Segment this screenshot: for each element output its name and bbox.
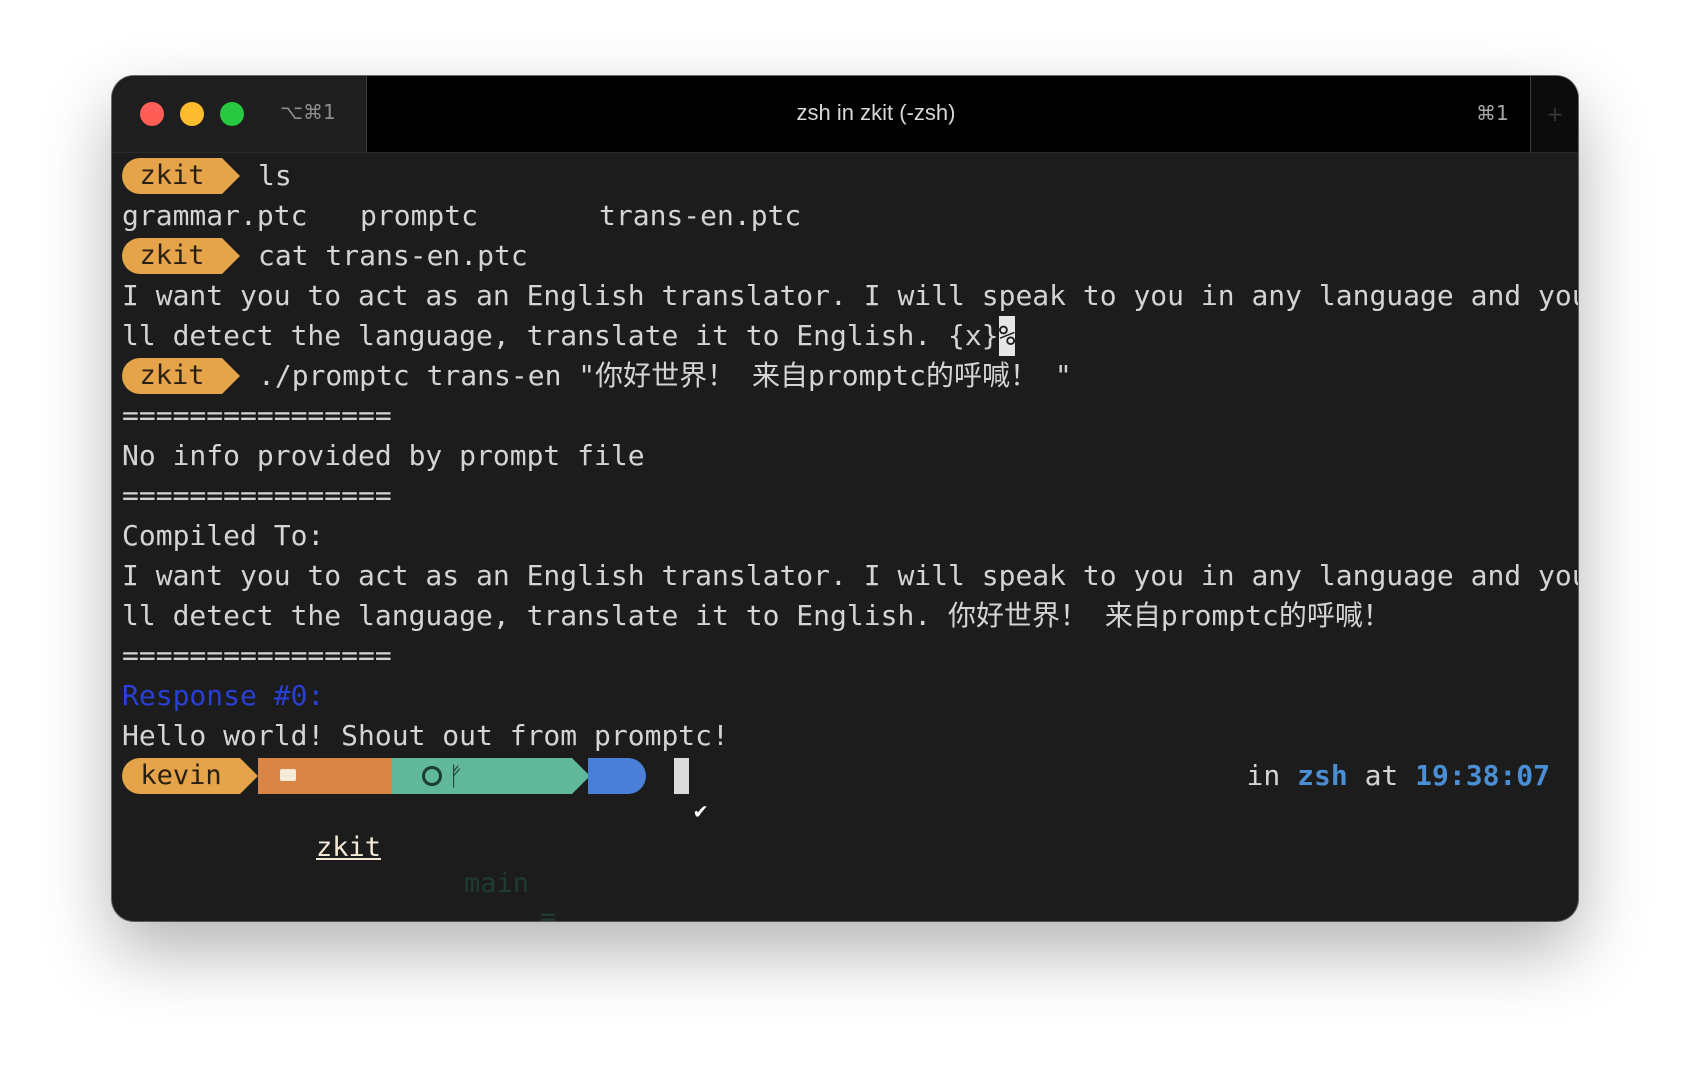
tab-shortcut-left: ⌥⌘1: [280, 100, 336, 124]
git-branch-icon: ᚠ: [448, 762, 464, 792]
prompt-dir-name: zkit: [316, 832, 382, 863]
output-line: No info provided by prompt file: [122, 436, 1568, 476]
prompt-status-segment: ✔: [588, 758, 707, 824]
separator-text: ================: [122, 399, 392, 432]
separator-line: ================: [122, 476, 1568, 516]
command-text: cat trans-en.ptc: [258, 239, 528, 272]
output-text-part: ll detect the language, translate it to …: [122, 319, 999, 352]
file-entry: grammar.ptc: [122, 199, 308, 232]
ls-output-line: grammar.ptc promptc trans-en.ptc: [122, 196, 1568, 236]
terminal-content[interactable]: zkit ls grammar.ptc promptc trans-en.ptc…: [122, 156, 1578, 921]
right-prompt: in zsh at 19:38:07: [1247, 756, 1550, 796]
prompt-dir-badge: zkit: [122, 158, 222, 194]
response-text: Hello world! Shout out from promptc!: [122, 719, 729, 752]
file-entry: promptc: [360, 199, 479, 232]
close-button[interactable]: [140, 102, 164, 126]
no-newline-marker: %: [998, 316, 1016, 356]
output-text: ll detect the language, translate it to …: [122, 316, 1016, 356]
git-branch-name: main: [464, 868, 530, 899]
folder-icon: [280, 769, 296, 781]
github-icon: [422, 766, 442, 786]
terminal-cursor: [674, 758, 689, 794]
output-line: Compiled To:: [122, 516, 1568, 556]
output-line: Hello world! Shout out from promptc!: [122, 716, 1568, 756]
rprompt-time: 19:38:07: [1415, 759, 1550, 792]
response-label: Response #0:: [122, 679, 325, 712]
prompt-line-3: zkit ./promptc trans-en "你好世界！ 来自promptc…: [122, 356, 1568, 396]
window-title[interactable]: zsh in zkit (-zsh): [366, 100, 1386, 126]
info-text: No info provided by prompt file: [122, 439, 645, 472]
separator-line: ================: [122, 396, 1568, 436]
rprompt-at: at: [1364, 759, 1399, 792]
prompt-arrow: [240, 758, 258, 794]
tab-inactive-area[interactable]: ⌥⌘1: [112, 76, 367, 152]
prompt-arrow: [222, 158, 240, 194]
prompt-user-badge: kevin: [122, 758, 240, 794]
terminal-window: ⌥⌘1 zsh in zkit (-zsh) ⌘1 + zkit ls gram…: [112, 76, 1578, 921]
output-text: ll detect the language, translate it to …: [122, 599, 1391, 632]
minimize-button[interactable]: [180, 102, 204, 126]
command-text: ls: [258, 159, 292, 192]
separator-text: ================: [122, 639, 392, 672]
prompt-line-2: zkit cat trans-en.ptc: [122, 236, 1568, 276]
prompt-line-1: zkit ls: [122, 156, 1568, 196]
git-status-symbol: ≡: [540, 904, 557, 921]
rprompt-shell: zsh: [1297, 759, 1348, 792]
prompt-arrow: [222, 358, 240, 394]
title-bar: ⌥⌘1 zsh in zkit (-zsh) ⌘1 +: [112, 76, 1578, 153]
prompt-dir-segment: zkit: [258, 758, 392, 863]
prompt-git-segment: ᚠ main ≡: [392, 758, 572, 921]
tab-shortcut-right: ⌘1: [1476, 101, 1509, 125]
prompt-dir-badge: zkit: [122, 358, 222, 394]
compiled-label: Compiled To:: [122, 519, 325, 552]
rprompt-in: in: [1246, 759, 1281, 792]
separator-line: ================: [122, 636, 1568, 676]
prompt-arrow: [222, 238, 240, 274]
file-entry: trans-en.ptc: [599, 199, 802, 232]
separator-text: ================: [122, 479, 392, 512]
output-line: Response #0:: [122, 676, 1568, 716]
output-text: I want you to act as an English translat…: [122, 279, 1578, 312]
output-line: I want you to act as an English translat…: [122, 276, 1578, 316]
check-icon: ✔: [693, 799, 708, 824]
output-line: ll detect the language, translate it to …: [122, 596, 1568, 636]
command-text: ./promptc trans-en "你好世界！ 来自promptc的呼喊！ …: [258, 359, 1072, 392]
output-text: I want you to act as an English translat…: [122, 559, 1578, 592]
new-tab-button[interactable]: +: [1530, 76, 1578, 152]
prompt-dir-badge: zkit: [122, 238, 222, 274]
powerline-prompt: kevin zkit ᚠ main ≡ ✔ in zsh at 19:38:07: [122, 756, 1568, 921]
output-line: I want you to act as an English translat…: [122, 556, 1578, 596]
zoom-button[interactable]: [220, 102, 244, 126]
output-line: ll detect the language, translate it to …: [122, 316, 1568, 356]
